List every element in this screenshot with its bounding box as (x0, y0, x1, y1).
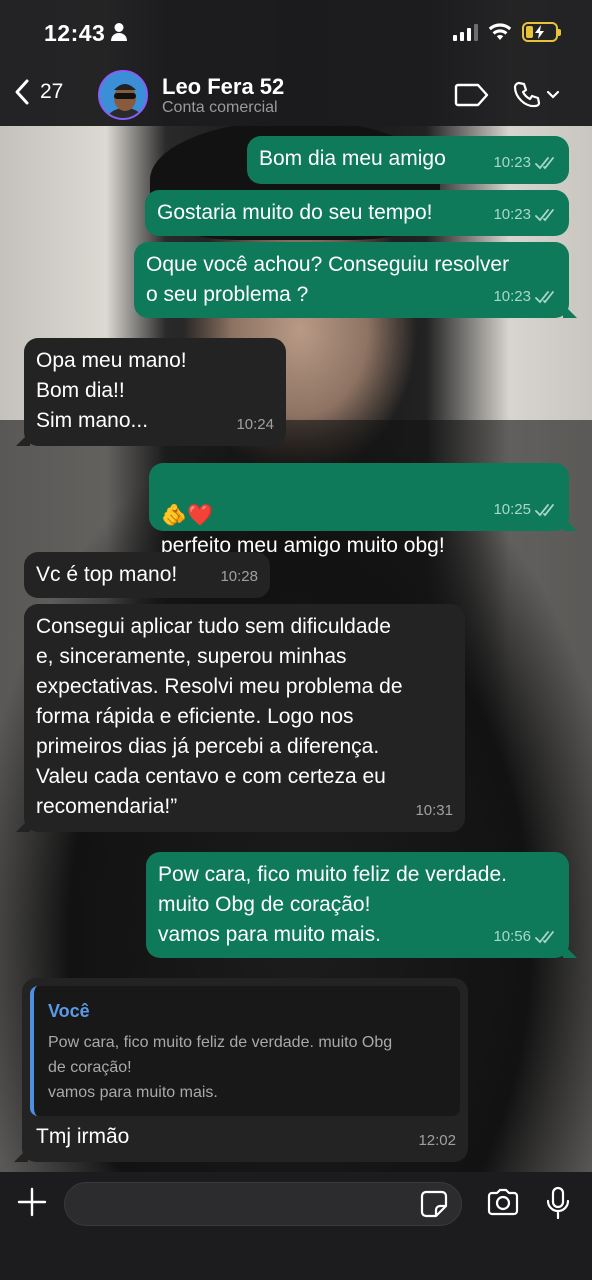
bubble-tail (563, 517, 577, 531)
signal-icon (453, 23, 478, 41)
person-icon (111, 23, 127, 41)
contact-subtitle: Conta comercial (162, 99, 278, 116)
message-bubble[interactable]: 🫵❤️ perfeito meu amigo muito obg! 10:25 (149, 463, 577, 557)
phone-call-button[interactable] (512, 80, 560, 110)
message-emoji: 🫵❤️ (161, 504, 214, 527)
message-text: Consegui aplicar tudo sem dificuldade e,… (36, 615, 403, 818)
attach-button[interactable] (16, 1186, 48, 1223)
message-bubble[interactable]: Vc é top mano! 10:28 (24, 552, 270, 598)
double-check-icon (535, 931, 554, 944)
message-meta: 10:56 (493, 922, 557, 952)
message-bubble[interactable]: Consegui aplicar tudo sem dificuldade e,… (16, 604, 465, 832)
back-button[interactable]: 27 (14, 78, 63, 106)
camera-icon (487, 1188, 519, 1216)
message-bubble[interactable]: Opa meu mano! Bom dia!! Sim mano... 10:2… (16, 338, 286, 446)
message-meta: 10:23 (493, 200, 557, 230)
message-meta: 10:23 (493, 148, 557, 178)
phone-icon (513, 81, 541, 108)
message-meta: 10:24 (236, 410, 274, 440)
microphone-icon (546, 1186, 570, 1220)
message-time: 10:23 (493, 288, 531, 305)
top-bar: 12:43 27 Leo Fera 52 Conta comercial (0, 0, 592, 126)
message-meta: 10:31 (415, 796, 453, 826)
message-meta: 12:02 (418, 1126, 456, 1156)
message-time: 12:02 (418, 1132, 456, 1149)
message-time: 10:24 (236, 416, 274, 433)
plus-icon (17, 1187, 47, 1217)
camera-button[interactable] (486, 1188, 520, 1221)
message-meta: 10:28 (220, 562, 258, 592)
quote-text: Pow cara, fico muito feliz de verdade. m… (48, 1034, 393, 1101)
composer-bar (0, 1172, 592, 1280)
sticker-button[interactable] (420, 1190, 448, 1223)
double-check-icon (535, 291, 554, 304)
message-meta: 10:25 (493, 495, 557, 525)
bubble-tail (16, 818, 30, 832)
microphone-button[interactable] (546, 1186, 570, 1225)
status-time: 12:43 (44, 20, 106, 46)
avatar-image (100, 72, 146, 118)
video-call-icon (454, 83, 489, 107)
double-check-icon (535, 209, 554, 222)
message-time: 10:23 (493, 154, 531, 171)
avatar[interactable] (98, 70, 148, 120)
chevron-down-icon (546, 90, 560, 99)
bubble-tail (563, 944, 577, 958)
quoted-message[interactable]: Você Pow cara, fico muito feliz de verda… (30, 986, 460, 1116)
message-input[interactable] (64, 1182, 462, 1226)
battery-icon (522, 22, 561, 42)
bubble-tail (14, 1148, 28, 1162)
contact-name[interactable]: Leo Fera 52 (162, 74, 284, 100)
quote-author: Você (48, 1001, 90, 1021)
message-time: 10:56 (493, 928, 531, 945)
message-bubble[interactable]: Gostaria muito do seu tempo! 10:23 (145, 190, 569, 236)
bubble-tail (563, 304, 577, 318)
message-meta: 10:23 (493, 282, 557, 312)
message-time: 10:25 (493, 501, 531, 518)
message-time: 10:28 (220, 568, 258, 585)
status-icons (453, 22, 561, 42)
back-chevron-icon (15, 79, 29, 105)
bubble-tail (16, 432, 30, 446)
message-bubble[interactable]: Oque você achou? Conseguiu resolver o se… (134, 242, 577, 318)
message-bubble[interactable]: Bom dia meu amigo 10:23 (247, 136, 569, 184)
double-check-icon (535, 157, 554, 170)
message-bubble[interactable]: Pow cara, fico muito feliz de verdade. m… (146, 852, 577, 958)
message-time: 10:23 (493, 206, 531, 223)
double-check-icon (535, 504, 554, 517)
message-bubble-reply[interactable]: Você Pow cara, fico muito feliz de verda… (14, 978, 468, 1162)
message-list[interactable]: Bom dia meu amigo 10:23 Gostaria muito d… (0, 126, 592, 1172)
message-time: 10:31 (415, 802, 453, 819)
video-call-button[interactable] (454, 82, 490, 113)
message-text: Tmj irmão (36, 1125, 130, 1148)
sticker-icon (420, 1190, 448, 1218)
unread-count: 27 (40, 80, 64, 103)
wifi-icon (488, 23, 512, 40)
